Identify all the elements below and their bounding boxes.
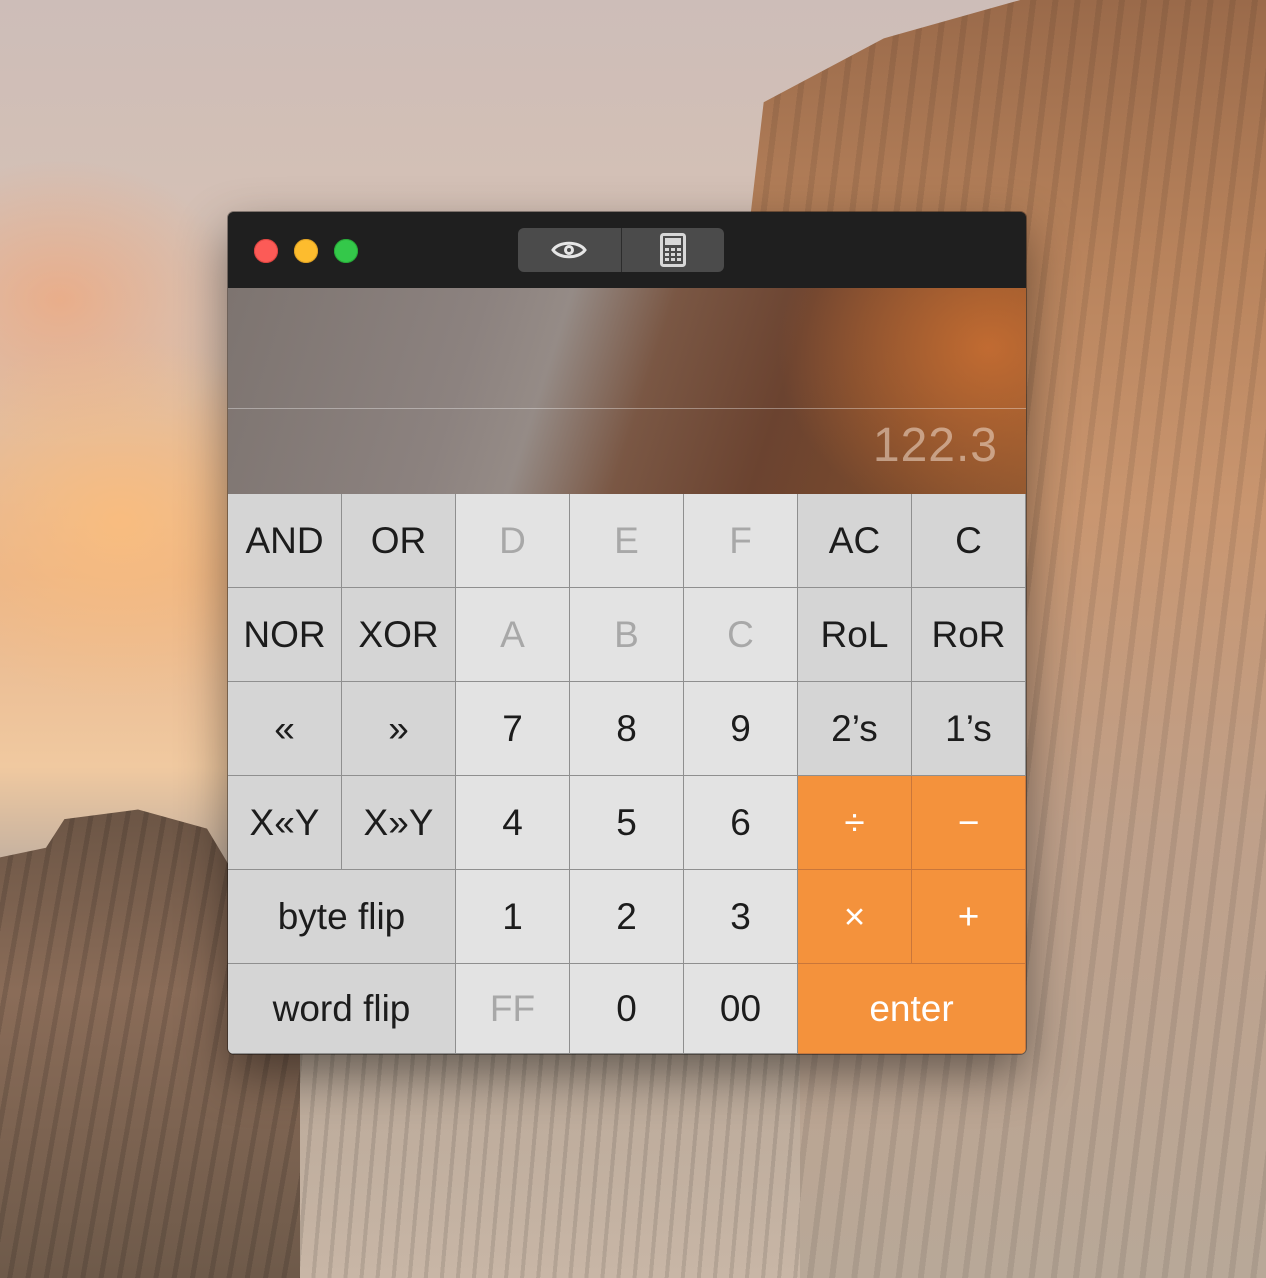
key-enter[interactable]: enter [798,964,1026,1054]
key-byte-flip[interactable]: byte flip [228,870,456,964]
display-divider [228,408,1026,409]
key-clear[interactable]: C [912,494,1026,588]
key-rotate-left[interactable]: RoL [798,588,912,682]
key-x-shift-left-y[interactable]: X«Y [228,776,342,870]
title-bar[interactable] [228,212,1026,288]
key-4[interactable]: 4 [456,776,570,870]
key-00[interactable]: 00 [684,964,798,1054]
calculator-display: 122.3 [228,288,1026,494]
key-divide[interactable]: ÷ [798,776,912,870]
key-d[interactable]: D [456,494,570,588]
key-and[interactable]: AND [228,494,342,588]
calculator-view-button[interactable] [620,228,725,272]
key-9[interactable]: 9 [684,682,798,776]
close-button[interactable] [254,239,278,263]
key-c-hex[interactable]: C [684,588,798,682]
key-6[interactable]: 6 [684,776,798,870]
key-nor[interactable]: NOR [228,588,342,682]
zoom-button[interactable] [334,239,358,263]
key-rotate-right[interactable]: RoR [912,588,1026,682]
key-1[interactable]: 1 [456,870,570,964]
key-subtract[interactable]: − [912,776,1026,870]
view-mode-segmented-control [518,228,724,272]
minimize-button[interactable] [294,239,318,263]
key-shift-left[interactable]: « [228,682,342,776]
key-f[interactable]: F [684,494,798,588]
key-ones-complement[interactable]: 1’s [912,682,1026,776]
keypad: AND OR D E F AC C NOR XOR A B C RoL RoR … [228,494,1026,1054]
key-7[interactable]: 7 [456,682,570,776]
key-or[interactable]: OR [342,494,456,588]
key-all-clear[interactable]: AC [798,494,912,588]
key-add[interactable]: + [912,870,1026,964]
wallpaper-rock-mid [300,1040,800,1278]
eye-view-button[interactable] [518,228,621,272]
key-5[interactable]: 5 [570,776,684,870]
key-b[interactable]: B [570,588,684,682]
key-ff[interactable]: FF [456,964,570,1054]
calculator-window: 122.3 AND OR D E F AC C NOR XOR A B C Ro… [228,212,1026,1054]
key-x-shift-right-y[interactable]: X»Y [342,776,456,870]
key-twos-complement[interactable]: 2’s [798,682,912,776]
key-a[interactable]: A [456,588,570,682]
key-word-flip[interactable]: word flip [228,964,456,1054]
key-shift-right[interactable]: » [342,682,456,776]
display-value: 122.3 [872,419,998,472]
calculator-icon [659,233,686,267]
key-3[interactable]: 3 [684,870,798,964]
key-8[interactable]: 8 [570,682,684,776]
key-2[interactable]: 2 [570,870,684,964]
key-0[interactable]: 0 [570,964,684,1054]
key-xor[interactable]: XOR [342,588,456,682]
eye-icon [551,241,588,259]
key-multiply[interactable]: × [798,870,912,964]
key-e[interactable]: E [570,494,684,588]
